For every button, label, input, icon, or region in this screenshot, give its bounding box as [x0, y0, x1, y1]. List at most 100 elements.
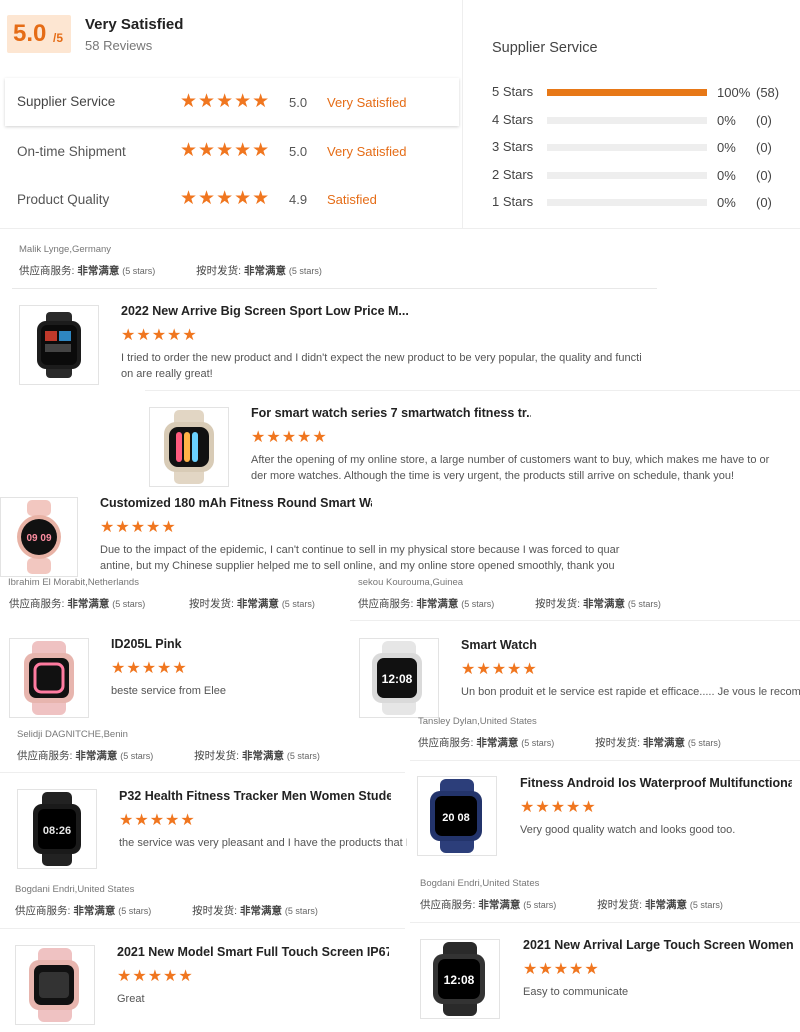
product-image[interactable]: 09 09	[0, 497, 78, 577]
review-count: 58 Reviews	[85, 38, 153, 53]
divider	[350, 620, 800, 621]
product-image[interactable]: 20 08	[417, 776, 497, 856]
reviewer-name: Tansley Dylan,United States	[418, 716, 537, 727]
product-title[interactable]: 2021 New Arrival Large Touch Screen Wome…	[523, 938, 793, 952]
watch-round-pink-icon: 09 09	[17, 500, 61, 574]
review-text: beste service from Elee	[111, 685, 226, 697]
divider	[410, 760, 800, 761]
review-text: Un bon produit et le service est rapide …	[461, 686, 800, 698]
product-title[interactable]: P32 Health Fitness Tracker Men Women Stu…	[119, 789, 391, 803]
divider	[410, 922, 800, 923]
reviewer-name: Ibrahim El Morabit,Netherlands	[8, 577, 139, 588]
product-title[interactable]: 2021 New Model Smart Full Touch Screen I…	[117, 945, 389, 959]
bar-label: 3 Stars	[492, 139, 534, 154]
watch-face-text: 20 08	[442, 812, 470, 824]
rating-bar	[547, 89, 707, 96]
product-title[interactable]: Customized 180 mAh Fitness Round Smart W…	[100, 496, 372, 510]
rating-row-label: Product Quality	[17, 192, 110, 207]
panel-title: Supplier Service	[492, 40, 598, 56]
rating-text: Very Satisfied	[85, 16, 184, 33]
rating-bar	[547, 171, 707, 179]
watch-face-text: 09 09	[26, 533, 51, 544]
product-title[interactable]: ID205L Pink	[111, 637, 311, 651]
review-text: the service was very pleasant and I have…	[119, 837, 407, 849]
star-rating: ★★★★★	[180, 140, 271, 161]
bar-percent: 0%	[717, 167, 736, 183]
watch-black-square-icon: 12:08	[433, 942, 485, 1016]
service-rating-line: 供应商服务: 非常满意 (5 stars) 按时发货: 非常满意 (5 star…	[19, 265, 322, 277]
rating-row-label: On-time Shipment	[17, 144, 126, 159]
bar-percent: 0%	[717, 195, 736, 210]
rating-row-supplier-service: Supplier Service ★★★★★ 5.0 Very Satisfie…	[5, 78, 459, 126]
watch-pink-square-icon	[29, 948, 79, 1022]
review-text: Due to the impact of the epidemic, I can…	[100, 544, 620, 572]
divider	[0, 928, 405, 929]
watch-pink-square-icon	[24, 641, 74, 715]
reviewer-name: Malik Lynge,Germany	[19, 244, 112, 255]
reviewer-name: Bogdani Endri,United States	[15, 884, 135, 895]
review-text: After the opening of my online store, a …	[251, 454, 770, 482]
star-rating: ★★★★★	[520, 799, 597, 816]
star-rating: ★★★★★	[117, 968, 194, 985]
service-rating-line: 供应商服务: 非常满意 (5 stars) 按时发货: 非常满意 (5 star…	[15, 905, 318, 917]
watch-face-text: 12:08	[444, 973, 475, 987]
reviewer-name: Selidji DAGNITCHE,Benin	[17, 729, 128, 740]
reviewer-name: sekou Kourouma,Guinea	[358, 577, 464, 588]
rating-summary: 5.0 /5 Very Satisfied 58 Reviews Supplie…	[0, 0, 460, 228]
bar-percent: 100%	[717, 85, 751, 100]
rating-row-score: 5.0	[289, 95, 308, 110]
star-rating: ★★★★★	[111, 660, 188, 677]
bar-label: 4 Stars	[492, 111, 534, 127]
product-image[interactable]	[9, 638, 89, 718]
bar-count: (0)	[756, 167, 772, 183]
bar-percent: 0%	[717, 112, 736, 128]
star-rating: ★★★★★	[461, 661, 538, 678]
product-title[interactable]: 2022 New Arrive Big Screen Sport Low Pri…	[121, 304, 411, 318]
bar-percent: 0%	[717, 140, 736, 155]
product-title[interactable]: For smart watch series 7 smartwatch fitn…	[251, 406, 531, 420]
bar-count: (0)	[756, 140, 772, 155]
star-rating: ★★★★★	[119, 812, 196, 829]
rating-bar-fill	[547, 89, 707, 96]
product-image[interactable]	[19, 305, 99, 385]
product-image[interactable]: 08:26	[17, 789, 97, 869]
service-rating-line: 供应商服务: 非常满意 (5 stars) 按时发货: 非常满意 (5 star…	[418, 737, 721, 749]
review-text: Great	[117, 993, 145, 1005]
review-text: I tried to order the new product and I d…	[121, 352, 642, 380]
rating-row-product-quality: Product Quality ★★★★★ 4.9 Satisfied	[5, 176, 459, 224]
score-value: 5.0	[13, 20, 47, 47]
star-rating: ★★★★★	[180, 188, 271, 209]
product-image[interactable]: 12:08	[420, 939, 500, 1019]
product-image[interactable]	[149, 407, 229, 487]
rating-row-score: 5.0	[289, 144, 308, 159]
star-rating: ★★★★★	[523, 961, 600, 978]
bar-count: (58)	[756, 85, 780, 100]
bar-label: 5 Stars	[492, 84, 534, 99]
product-image[interactable]	[15, 945, 95, 1025]
service-rating-line: 供应商服务: 非常满意 (5 stars) 按时发货: 非常满意 (5 star…	[17, 750, 320, 762]
watch-white-square-icon: 12:08	[372, 641, 422, 715]
watch-black-square-icon	[37, 312, 81, 378]
product-image[interactable]: 12:08	[359, 638, 439, 718]
star-rating: ★★★★★	[251, 429, 328, 446]
bar-count: (0)	[756, 112, 772, 128]
service-rating-line: 供应商服务: 非常满意 (5 stars) 按时发货: 非常满意 (5 star…	[9, 598, 315, 610]
rating-row-verdict: Very Satisfied	[327, 95, 407, 110]
rating-bar	[547, 116, 707, 124]
watch-face-text: 08:26	[43, 825, 71, 837]
supplier-service-panel: Supplier Service 5 Stars 100% (58) 4 Stars 0…	[462, 0, 800, 228]
product-title[interactable]: Smart Watch	[461, 638, 661, 652]
service-rating-line: 供应商服务: 非常满意 (5 stars) 按时发货: 非常满意 (5 star…	[358, 598, 661, 610]
watch-starlight-icon	[164, 410, 214, 484]
review-text: Easy to communicate	[523, 986, 629, 998]
rating-row-on-time-shipment: On-time Shipment ★★★★★ 5.0 Very Satisfie…	[5, 127, 459, 175]
product-title[interactable]: Fitness Android Ios Waterproof Multifunc…	[520, 776, 792, 790]
score-denominator: /5	[53, 31, 64, 45]
service-rating-line: 供应商服务: 非常满意 (5 stars) 按时发货: 非常满意 (5 star…	[420, 899, 723, 911]
watch-face-text: 12:08	[382, 672, 413, 686]
rating-row-verdict: Very Satisfied	[327, 144, 407, 159]
review-text: Very good quality watch and looks good t…	[520, 824, 736, 836]
bar-label: 1 Stars	[492, 194, 534, 209]
rating-bar	[547, 199, 707, 206]
divider	[12, 288, 657, 289]
